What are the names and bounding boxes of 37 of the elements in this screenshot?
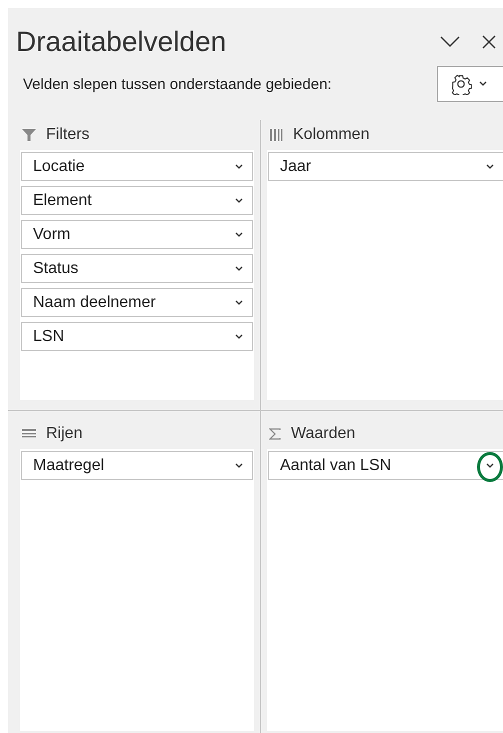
caret-icon[interactable]	[234, 196, 244, 204]
field-dropdown[interactable]: Status	[21, 254, 253, 283]
gear-icon[interactable]	[450, 73, 472, 95]
drop-area[interactable]: Locatie Element Vorm Status Naam deelnemer LSN	[20, 150, 254, 400]
field-dropdown[interactable]: Aantal van LSN	[268, 451, 503, 480]
field-dropdown[interactable]: Locatie	[21, 152, 253, 181]
caret-icon[interactable]	[234, 162, 244, 170]
rows-icon	[22, 428, 36, 440]
caret-icon[interactable]	[234, 462, 244, 470]
drop-area[interactable]: Jaar	[267, 150, 503, 400]
pane-title: Draaitabelvelden	[16, 26, 226, 58]
caret-icon[interactable]	[234, 332, 244, 340]
field-dropdown[interactable]: Element	[21, 186, 253, 215]
field-dropdown[interactable]: Naam deelnemer	[21, 288, 253, 317]
caret-icon[interactable]	[234, 298, 244, 306]
drop-area[interactable]: Maatregel	[20, 449, 254, 731]
area-title: Filters	[46, 126, 90, 144]
filter-icon	[22, 128, 36, 142]
field-dropdown[interactable]: Jaar	[268, 152, 503, 181]
caret-icon[interactable]	[485, 462, 495, 470]
caret-icon[interactable]	[234, 264, 244, 272]
collapse-icon[interactable]	[439, 35, 461, 49]
drop-area[interactable]: Aantal van LSN	[267, 449, 503, 731]
columns-icon	[269, 128, 283, 142]
settings-button[interactable]	[437, 66, 503, 102]
caret-icon[interactable]	[234, 230, 244, 238]
area-title: Kolommen	[293, 126, 370, 144]
instruction-text: Velden slepen tussen onderstaande gebieden:	[23, 76, 332, 92]
area-title: Rijen	[46, 425, 82, 443]
area-title: Waarden	[291, 425, 356, 443]
caret-icon[interactable]	[478, 80, 488, 88]
caret-icon[interactable]	[485, 162, 495, 170]
field-dropdown[interactable]: Vorm	[21, 220, 253, 249]
field-dropdown[interactable]: Maatregel	[21, 451, 253, 480]
field-dropdown[interactable]: LSN	[21, 322, 253, 351]
sigma-icon	[269, 428, 281, 440]
close-icon[interactable]	[481, 34, 497, 50]
